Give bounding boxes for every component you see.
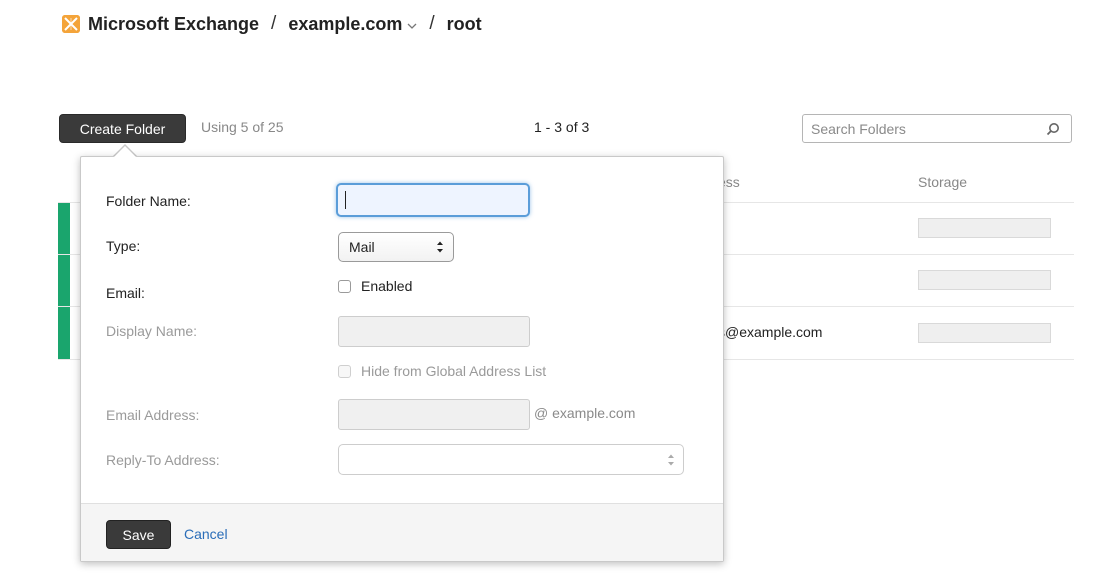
popover-arrow-inner [113,146,137,158]
row-status-bar [58,307,70,359]
display-name-label: Display Name: [106,323,198,339]
page-range: 1 - 3 of 3 [534,119,590,135]
folder-name-label: Folder Name: [106,193,191,209]
display-name-input[interactable] [338,316,530,347]
breadcrumb-separator: / [429,13,435,34]
breadcrumb-folder: root [446,13,482,34]
cancel-link[interactable]: Cancel [184,526,228,542]
type-label: Type: [106,238,141,254]
chevron-down-icon[interactable] [407,14,417,35]
column-header-storage: Storage [918,174,968,190]
save-button[interactable]: Save [106,520,171,549]
row-status-bar [58,203,70,254]
search-box [802,114,1072,143]
breadcrumb: Microsoft Exchange / example.com / root [62,12,482,36]
row-status-bar [58,255,70,306]
breadcrumb-domain[interactable]: example.com [288,14,402,35]
folder-name-input[interactable] [336,183,530,217]
select-arrows-icon [667,453,675,472]
row-email-address: s@example.com [718,324,823,340]
exchange-logo-icon [62,15,80,33]
create-folder-popover: Folder Name: Type: Mail Email: Enabled D… [80,156,724,562]
email-label: Email: [106,285,145,301]
search-icon[interactable] [1041,117,1065,141]
popover-footer: Save Cancel [81,503,723,561]
hide-gal-checkbox[interactable] [338,365,351,378]
email-address-input[interactable] [338,399,530,430]
breadcrumb-separator: / [271,13,277,34]
storage-bar [918,218,1051,238]
usage-text: Using 5 of 25 [201,119,284,135]
email-address-label: Email Address: [106,407,200,423]
text-caret [345,191,346,209]
email-enabled-checkbox[interactable] [338,280,351,293]
storage-bar [918,323,1051,343]
email-enabled-label: Enabled [361,278,413,294]
breadcrumb-app[interactable]: Microsoft Exchange [88,14,259,35]
select-arrows-icon [436,240,444,257]
create-folder-button[interactable]: Create Folder [59,114,186,143]
storage-bar [918,270,1051,290]
reply-to-select[interactable] [338,444,684,475]
type-select[interactable]: Mail [338,232,454,262]
email-domain-suffix: @ example.com [534,405,636,421]
type-select-value: Mail [349,239,375,255]
hide-gal-label: Hide from Global Address List [361,363,547,379]
search-input[interactable] [803,115,1041,142]
reply-to-label: Reply-To Address: [106,452,220,468]
